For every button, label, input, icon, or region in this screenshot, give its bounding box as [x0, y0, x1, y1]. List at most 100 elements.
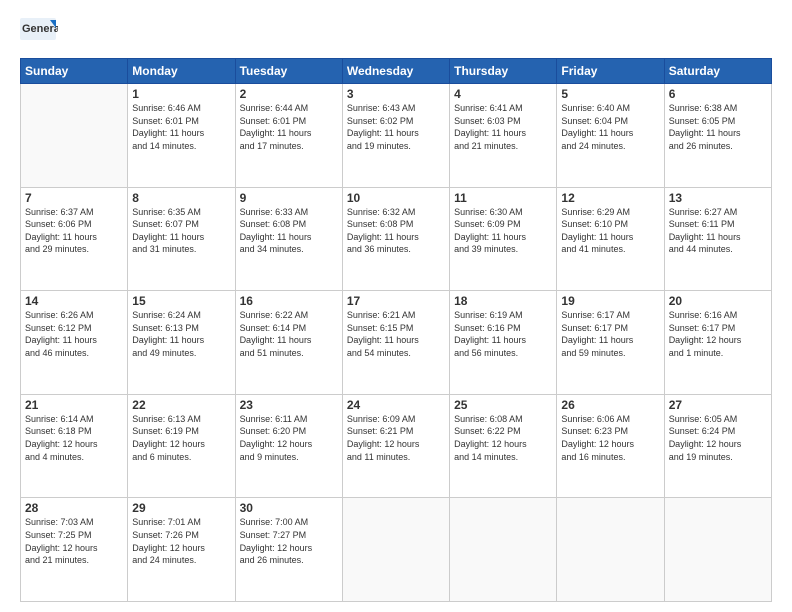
day-number: 18 — [454, 294, 552, 308]
calendar-day-28: 28Sunrise: 7:03 AM Sunset: 7:25 PM Dayli… — [21, 498, 128, 602]
calendar-day-12: 12Sunrise: 6:29 AM Sunset: 6:10 PM Dayli… — [557, 187, 664, 291]
page: General SundayMondayTuesdayWednesdayThur… — [0, 0, 792, 612]
weekday-header-saturday: Saturday — [664, 59, 771, 84]
day-number: 5 — [561, 87, 659, 101]
day-info: Sunrise: 6:14 AM Sunset: 6:18 PM Dayligh… — [25, 413, 123, 463]
day-info: Sunrise: 6:43 AM Sunset: 6:02 PM Dayligh… — [347, 102, 445, 152]
day-info: Sunrise: 6:40 AM Sunset: 6:04 PM Dayligh… — [561, 102, 659, 152]
calendar-day-17: 17Sunrise: 6:21 AM Sunset: 6:15 PM Dayli… — [342, 291, 449, 395]
calendar-day-26: 26Sunrise: 6:06 AM Sunset: 6:23 PM Dayli… — [557, 394, 664, 498]
day-info: Sunrise: 6:27 AM Sunset: 6:11 PM Dayligh… — [669, 206, 767, 256]
calendar-day-13: 13Sunrise: 6:27 AM Sunset: 6:11 PM Dayli… — [664, 187, 771, 291]
day-info: Sunrise: 7:01 AM Sunset: 7:26 PM Dayligh… — [132, 516, 230, 566]
calendar-day-2: 2Sunrise: 6:44 AM Sunset: 6:01 PM Daylig… — [235, 84, 342, 188]
calendar-day-15: 15Sunrise: 6:24 AM Sunset: 6:13 PM Dayli… — [128, 291, 235, 395]
weekday-header-sunday: Sunday — [21, 59, 128, 84]
calendar-week-row: 14Sunrise: 6:26 AM Sunset: 6:12 PM Dayli… — [21, 291, 772, 395]
day-number: 7 — [25, 191, 123, 205]
day-info: Sunrise: 6:37 AM Sunset: 6:06 PM Dayligh… — [25, 206, 123, 256]
day-number: 11 — [454, 191, 552, 205]
day-info: Sunrise: 6:38 AM Sunset: 6:05 PM Dayligh… — [669, 102, 767, 152]
day-info: Sunrise: 6:06 AM Sunset: 6:23 PM Dayligh… — [561, 413, 659, 463]
calendar-day-27: 27Sunrise: 6:05 AM Sunset: 6:24 PM Dayli… — [664, 394, 771, 498]
day-info: Sunrise: 6:05 AM Sunset: 6:24 PM Dayligh… — [669, 413, 767, 463]
calendar-day-24: 24Sunrise: 6:09 AM Sunset: 6:21 PM Dayli… — [342, 394, 449, 498]
calendar-day-8: 8Sunrise: 6:35 AM Sunset: 6:07 PM Daylig… — [128, 187, 235, 291]
day-number: 10 — [347, 191, 445, 205]
weekday-header-monday: Monday — [128, 59, 235, 84]
calendar-day-10: 10Sunrise: 6:32 AM Sunset: 6:08 PM Dayli… — [342, 187, 449, 291]
day-number: 23 — [240, 398, 338, 412]
day-number: 27 — [669, 398, 767, 412]
day-number: 29 — [132, 501, 230, 515]
day-info: Sunrise: 7:03 AM Sunset: 7:25 PM Dayligh… — [25, 516, 123, 566]
calendar-day-empty — [664, 498, 771, 602]
day-number: 9 — [240, 191, 338, 205]
day-number: 6 — [669, 87, 767, 101]
day-info: Sunrise: 6:19 AM Sunset: 6:16 PM Dayligh… — [454, 309, 552, 359]
calendar-week-row: 1Sunrise: 6:46 AM Sunset: 6:01 PM Daylig… — [21, 84, 772, 188]
day-number: 14 — [25, 294, 123, 308]
calendar-day-9: 9Sunrise: 6:33 AM Sunset: 6:08 PM Daylig… — [235, 187, 342, 291]
calendar-day-30: 30Sunrise: 7:00 AM Sunset: 7:27 PM Dayli… — [235, 498, 342, 602]
calendar-day-empty — [450, 498, 557, 602]
calendar-day-empty — [557, 498, 664, 602]
day-info: Sunrise: 6:44 AM Sunset: 6:01 PM Dayligh… — [240, 102, 338, 152]
day-info: Sunrise: 6:17 AM Sunset: 6:17 PM Dayligh… — [561, 309, 659, 359]
weekday-header-row: SundayMondayTuesdayWednesdayThursdayFrid… — [21, 59, 772, 84]
day-number: 26 — [561, 398, 659, 412]
day-info: Sunrise: 6:24 AM Sunset: 6:13 PM Dayligh… — [132, 309, 230, 359]
calendar-day-22: 22Sunrise: 6:13 AM Sunset: 6:19 PM Dayli… — [128, 394, 235, 498]
day-info: Sunrise: 6:26 AM Sunset: 6:12 PM Dayligh… — [25, 309, 123, 359]
calendar-day-29: 29Sunrise: 7:01 AM Sunset: 7:26 PM Dayli… — [128, 498, 235, 602]
calendar-week-row: 28Sunrise: 7:03 AM Sunset: 7:25 PM Dayli… — [21, 498, 772, 602]
logo-icon: General — [20, 18, 58, 48]
day-info: Sunrise: 6:30 AM Sunset: 6:09 PM Dayligh… — [454, 206, 552, 256]
day-info: Sunrise: 6:09 AM Sunset: 6:21 PM Dayligh… — [347, 413, 445, 463]
day-number: 3 — [347, 87, 445, 101]
day-info: Sunrise: 6:11 AM Sunset: 6:20 PM Dayligh… — [240, 413, 338, 463]
logo: General — [20, 18, 58, 50]
calendar-day-empty — [342, 498, 449, 602]
calendar-day-empty — [21, 84, 128, 188]
calendar-day-6: 6Sunrise: 6:38 AM Sunset: 6:05 PM Daylig… — [664, 84, 771, 188]
day-info: Sunrise: 6:41 AM Sunset: 6:03 PM Dayligh… — [454, 102, 552, 152]
header: General — [20, 18, 772, 50]
calendar-day-11: 11Sunrise: 6:30 AM Sunset: 6:09 PM Dayli… — [450, 187, 557, 291]
day-number: 4 — [454, 87, 552, 101]
day-info: Sunrise: 6:33 AM Sunset: 6:08 PM Dayligh… — [240, 206, 338, 256]
calendar-table: SundayMondayTuesdayWednesdayThursdayFrid… — [20, 58, 772, 602]
calendar-day-23: 23Sunrise: 6:11 AM Sunset: 6:20 PM Dayli… — [235, 394, 342, 498]
day-number: 8 — [132, 191, 230, 205]
calendar-day-14: 14Sunrise: 6:26 AM Sunset: 6:12 PM Dayli… — [21, 291, 128, 395]
day-number: 15 — [132, 294, 230, 308]
weekday-header-friday: Friday — [557, 59, 664, 84]
weekday-header-tuesday: Tuesday — [235, 59, 342, 84]
day-info: Sunrise: 6:46 AM Sunset: 6:01 PM Dayligh… — [132, 102, 230, 152]
day-number: 13 — [669, 191, 767, 205]
calendar-week-row: 7Sunrise: 6:37 AM Sunset: 6:06 PM Daylig… — [21, 187, 772, 291]
day-number: 25 — [454, 398, 552, 412]
calendar-day-21: 21Sunrise: 6:14 AM Sunset: 6:18 PM Dayli… — [21, 394, 128, 498]
day-info: Sunrise: 6:13 AM Sunset: 6:19 PM Dayligh… — [132, 413, 230, 463]
calendar-day-25: 25Sunrise: 6:08 AM Sunset: 6:22 PM Dayli… — [450, 394, 557, 498]
day-number: 1 — [132, 87, 230, 101]
calendar-day-5: 5Sunrise: 6:40 AM Sunset: 6:04 PM Daylig… — [557, 84, 664, 188]
calendar-day-3: 3Sunrise: 6:43 AM Sunset: 6:02 PM Daylig… — [342, 84, 449, 188]
day-info: Sunrise: 6:35 AM Sunset: 6:07 PM Dayligh… — [132, 206, 230, 256]
day-info: Sunrise: 6:32 AM Sunset: 6:08 PM Dayligh… — [347, 206, 445, 256]
svg-text:General: General — [22, 23, 58, 35]
day-info: Sunrise: 7:00 AM Sunset: 7:27 PM Dayligh… — [240, 516, 338, 566]
calendar-week-row: 21Sunrise: 6:14 AM Sunset: 6:18 PM Dayli… — [21, 394, 772, 498]
day-number: 22 — [132, 398, 230, 412]
calendar-day-18: 18Sunrise: 6:19 AM Sunset: 6:16 PM Dayli… — [450, 291, 557, 395]
day-info: Sunrise: 6:16 AM Sunset: 6:17 PM Dayligh… — [669, 309, 767, 359]
day-number: 28 — [25, 501, 123, 515]
day-number: 12 — [561, 191, 659, 205]
day-number: 20 — [669, 294, 767, 308]
day-info: Sunrise: 6:08 AM Sunset: 6:22 PM Dayligh… — [454, 413, 552, 463]
day-info: Sunrise: 6:29 AM Sunset: 6:10 PM Dayligh… — [561, 206, 659, 256]
calendar-day-7: 7Sunrise: 6:37 AM Sunset: 6:06 PM Daylig… — [21, 187, 128, 291]
calendar-day-1: 1Sunrise: 6:46 AM Sunset: 6:01 PM Daylig… — [128, 84, 235, 188]
day-number: 24 — [347, 398, 445, 412]
